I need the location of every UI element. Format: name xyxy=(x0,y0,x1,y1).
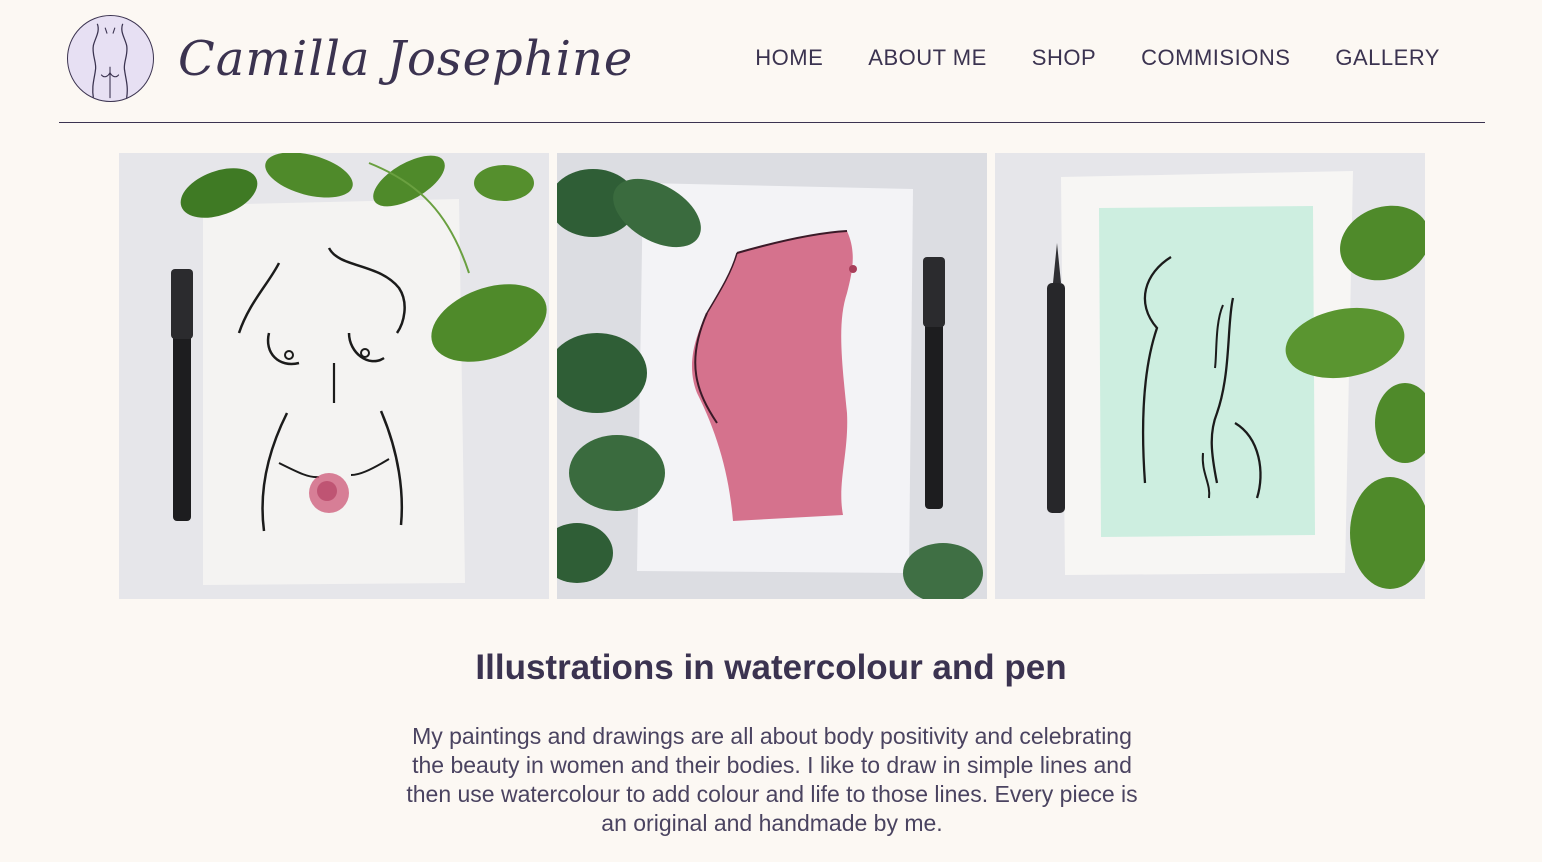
nav-gallery[interactable]: GALLERY xyxy=(1335,45,1440,71)
nav-home[interactable]: HOME xyxy=(755,45,823,71)
gallery-image-front-torso[interactable] xyxy=(119,153,549,599)
main-nav: HOME ABOUT ME SHOP COMMISIONS GALLERY xyxy=(755,42,1440,74)
logo-torso-icon[interactable] xyxy=(67,15,154,102)
section-description: My paintings and drawings are all about … xyxy=(406,723,1138,836)
header-divider xyxy=(59,122,1485,123)
nav-about-me[interactable]: ABOUT ME xyxy=(868,45,987,71)
site-header: Camilla Josephine HOME ABOUT ME SHOP COM… xyxy=(0,0,1542,123)
nav-commisions[interactable]: COMMISIONS xyxy=(1141,45,1290,71)
gallery-image-back-view[interactable] xyxy=(995,153,1425,599)
nav-shop[interactable]: SHOP xyxy=(1032,45,1096,71)
section-title: Illustrations in watercolour and pen xyxy=(475,648,1067,687)
gallery-image-pink-torso[interactable] xyxy=(557,153,987,599)
image-gallery xyxy=(119,153,1425,599)
brand-name[interactable]: Camilla Josephine xyxy=(178,24,633,94)
